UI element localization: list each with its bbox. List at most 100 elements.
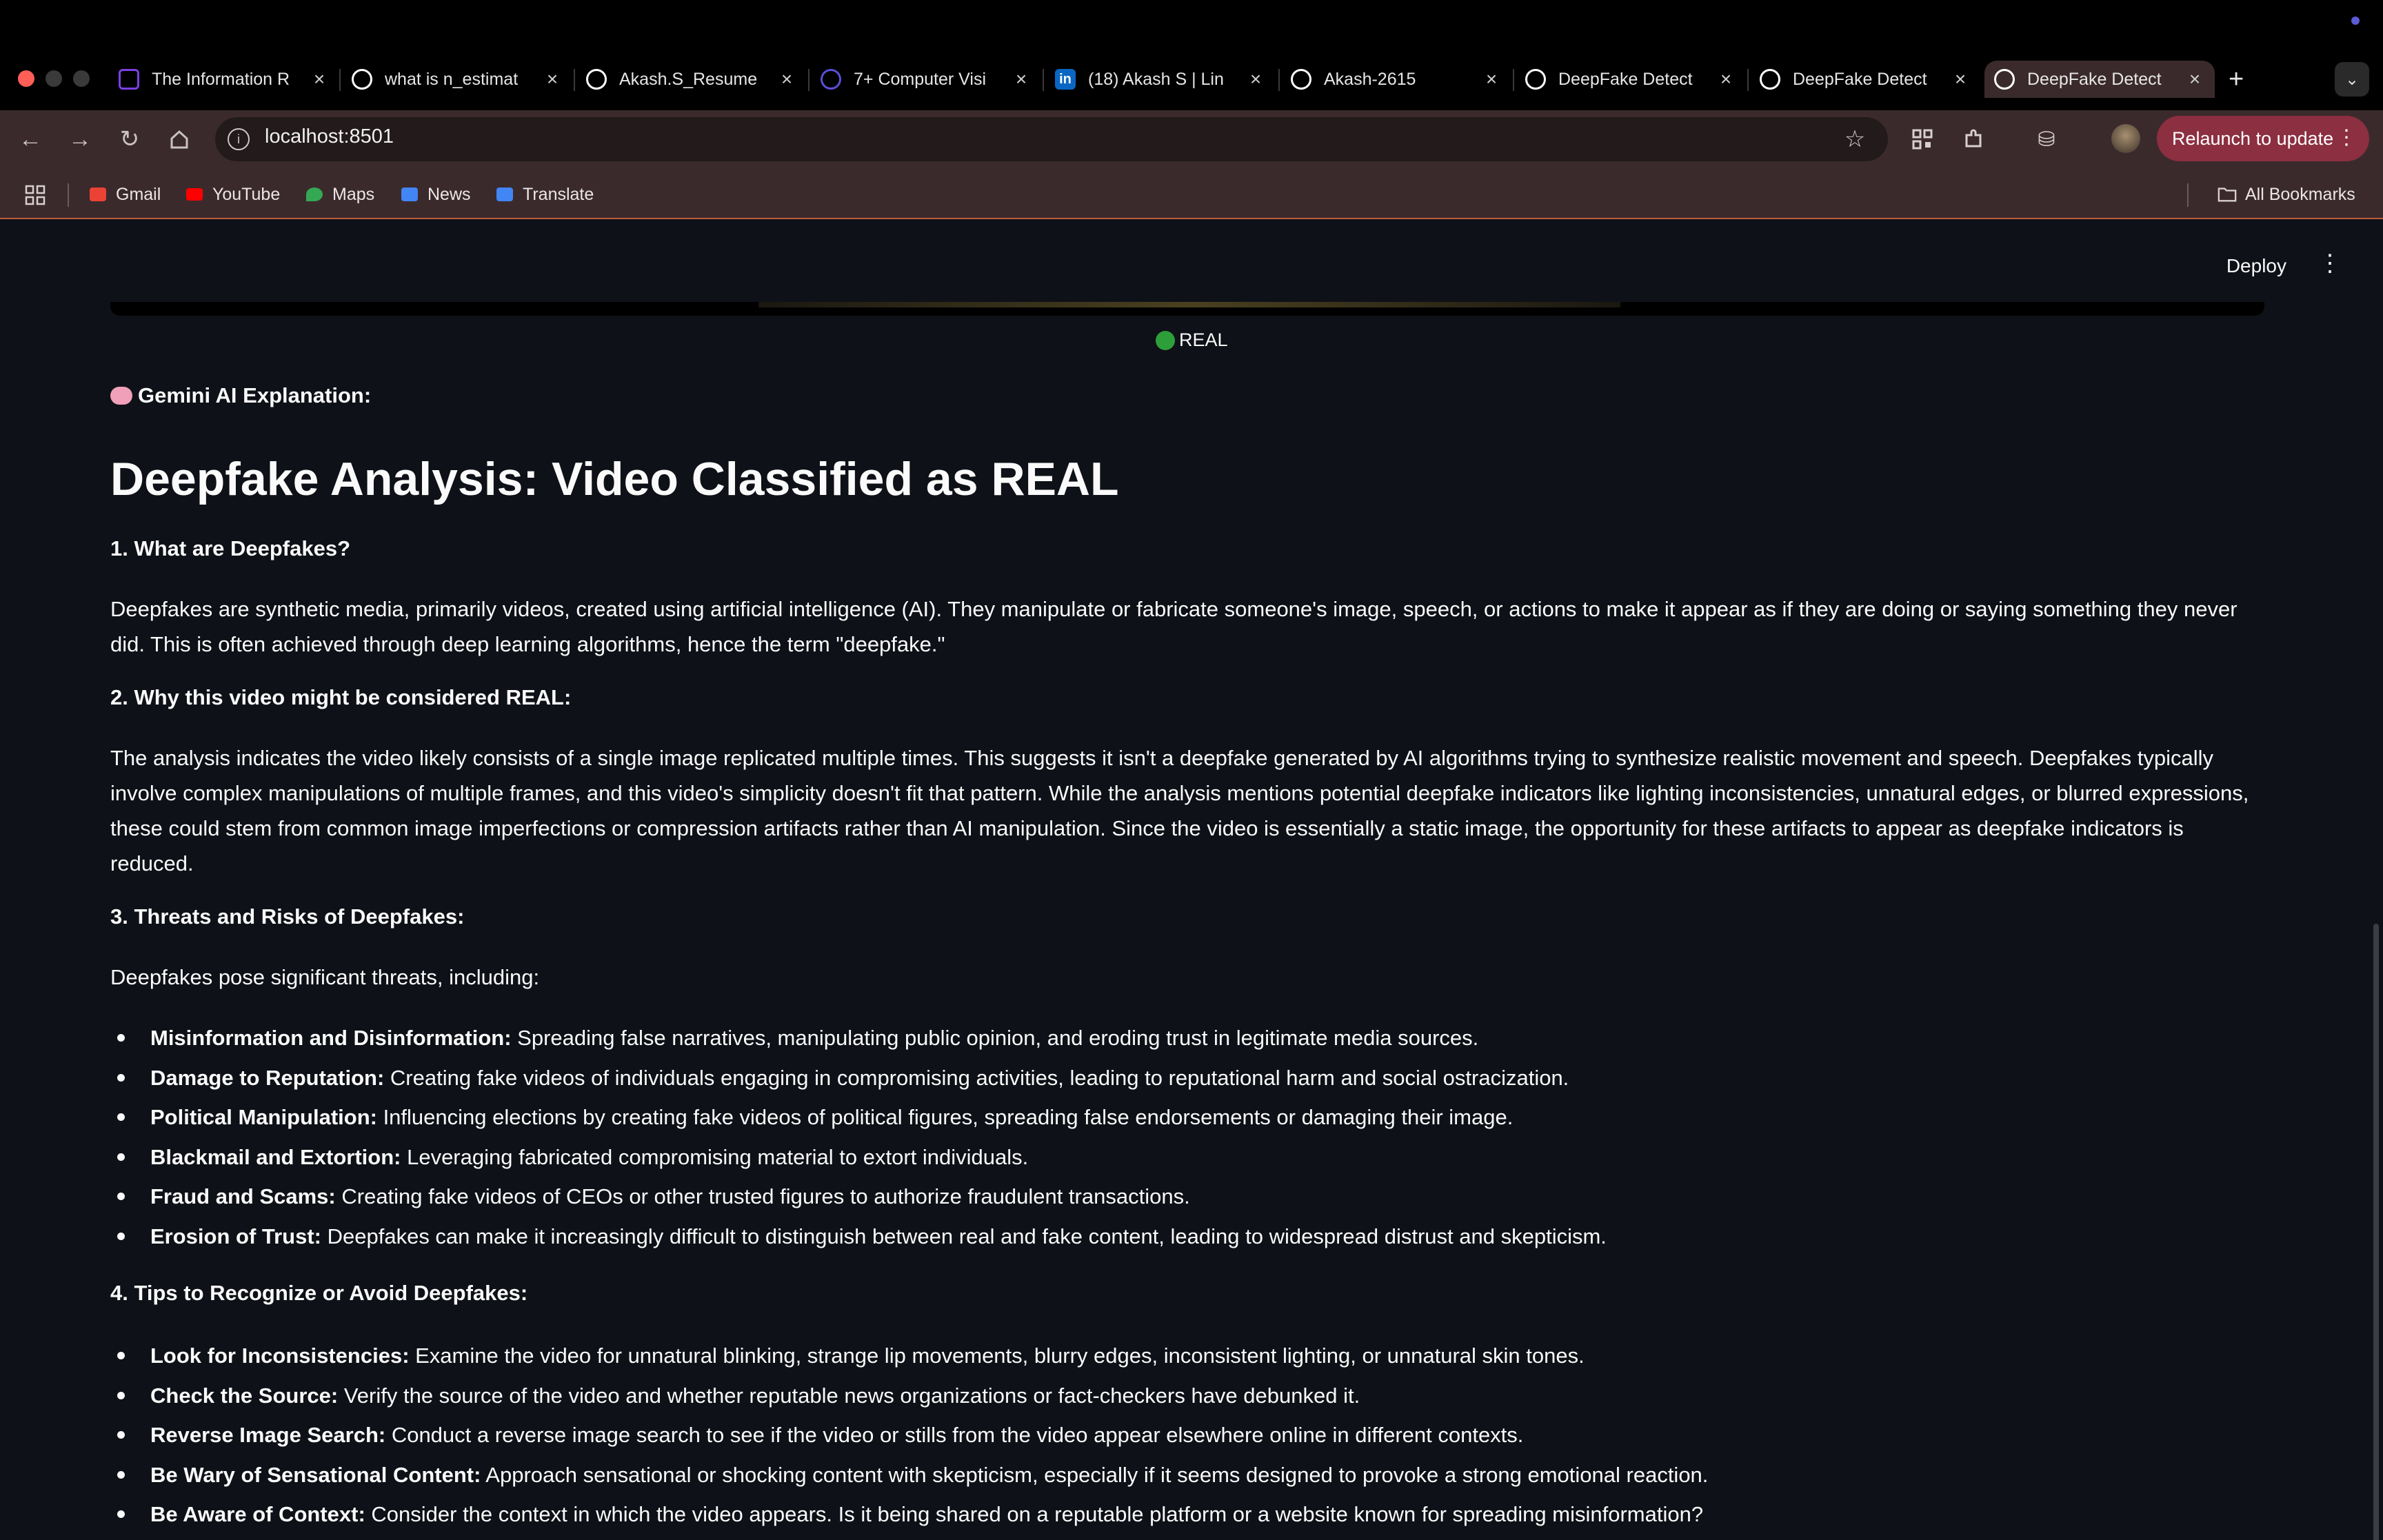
browser-tab[interactable]: Akash-2615 × [1291,61,1502,98]
bookmark-news[interactable]: News [400,181,471,208]
tab-separator [339,69,341,91]
list-item: Be Wary of Sensational Content: Approach… [110,1455,2269,1495]
list-item-text: Spreading false narratives, manipulating… [511,1026,1479,1051]
tab-separator [808,69,810,91]
browser-tab[interactable]: DeepFake Detect × [1984,61,2215,98]
bookmark-maps[interactable]: Maps [305,181,374,208]
gmail-icon [88,185,108,204]
bookmark-gmail[interactable]: Gmail [88,181,161,208]
tab-close-icon[interactable]: × [2184,68,2205,90]
extensions-icon[interactable] [1957,123,1990,156]
section-paragraph: Deepfakes pose significant threats, incl… [110,965,540,990]
tab-close-icon[interactable]: × [1481,68,1502,90]
list-item-term: Reverse Image Search: [150,1423,386,1448]
incognito-icon[interactable]: ⛁ [2030,123,2063,156]
browser-tab[interactable]: in (18) Akash S | Lin × [1055,61,1266,98]
browser-tab[interactable]: DeepFake Detect × [1525,61,1736,98]
close-window-button[interactable] [18,70,34,87]
tab-close-icon[interactable]: × [1950,68,1971,90]
list-item: Misinformation and Disinformation: Sprea… [110,1018,2269,1058]
gem-icon [119,69,139,90]
brain-icon [110,387,132,405]
prediction-label: REAL [1179,330,1228,350]
apps-grid-icon[interactable] [25,185,46,205]
tab-close-icon[interactable]: × [1011,68,1032,90]
forward-button[interactable]: → [63,123,97,156]
list-item-text: Deepfakes can make it increasingly diffi… [321,1224,1607,1248]
tab-search-button[interactable]: ⌄ [2335,62,2369,97]
list-item-term: Blackmail and Extortion: [150,1144,401,1169]
tab-close-icon[interactable]: × [542,68,563,90]
list-item-term: Political Manipulation: [150,1105,377,1130]
site-info-icon[interactable]: i [228,128,250,150]
deploy-button[interactable]: Deploy [2226,255,2286,277]
globe-icon [821,69,841,90]
scrollbar-thumb[interactable] [2373,924,2379,1540]
address-bar[interactable] [215,117,1888,161]
tab-close-icon[interactable]: × [1716,68,1736,90]
all-bookmarks-label: All Bookmarks [2245,184,2355,204]
list-item-term: Look for Inconsistencies: [150,1344,410,1368]
list-item-term: Be Wary of Sensational Content: [150,1462,481,1487]
explanation-label: Gemini AI Explanation: [110,383,2269,408]
section-heading: 3. Threats and Risks of Deepfakes: [110,904,465,929]
prediction-caption: REAL [1156,330,1228,351]
tab-title: 7+ Computer Visi [854,69,986,89]
streamlit-icon [1994,69,2015,90]
list-item-term: Damage to Reputation: [150,1065,385,1090]
list-item-text: Consider the context in which the video … [365,1502,1704,1527]
tab-close-icon[interactable]: × [1245,68,1266,90]
sections-container: 1. What are Deepfakes? Deepfakes are synt… [110,536,2269,1540]
browser-tab[interactable]: Akash.S_Resume × [586,61,797,98]
list-item-term: Check the Source: [150,1383,339,1408]
section-heading: 2. Why this video might be considered RE… [110,685,572,710]
profile-avatar[interactable] [2111,124,2140,153]
relaunch-button[interactable]: Relaunch to update ⋮ [2157,116,2369,161]
list-item: Erosion of Trust: Deepfakes can make it … [110,1217,2269,1257]
list-item: Check the Source: Verify the source of t… [110,1376,2269,1416]
list-item: Political Manipulation: Influencing elec… [110,1097,2269,1137]
home-icon [170,130,188,149]
bookmark-youtube[interactable]: YouTube [185,181,280,208]
home-button[interactable] [163,123,196,156]
minimize-window-button[interactable] [46,70,62,87]
tab-close-icon[interactable]: × [776,68,797,90]
explanation-body: Gemini AI Explanation: Deepfake Analysis… [110,383,2269,1540]
tab-separator [1043,69,1044,91]
news-icon [400,185,419,204]
back-button[interactable]: ← [14,123,47,156]
list-item: Look for Inconsistencies: Examine the vi… [110,1336,2269,1376]
browser-tab[interactable]: 7+ Computer Visi × [821,61,1032,98]
list-item: Reverse Image Search: Conduct a reverse … [110,1415,2269,1455]
browser-tab[interactable]: DeepFake Detect × [1760,61,1971,98]
grammarly-icon [586,69,607,90]
main-menu-icon[interactable]: ⋮ [2318,250,2342,277]
list-item-term: Be Aware of Context: [150,1502,365,1527]
list-item-text: Approach sensational or shocking content… [481,1462,1709,1487]
bookmark-translate[interactable]: Translate [495,181,594,208]
list-item: Be Aware of Context: Consider the contex… [110,1495,2269,1534]
tab-separator [1513,69,1514,91]
zoom-window-button[interactable] [73,70,90,87]
all-bookmarks-button[interactable]: All Bookmarks [2218,181,2355,208]
qr-code-icon[interactable] [1906,123,1939,156]
tab-close-icon[interactable]: × [309,68,330,90]
bookmark-label: News [428,184,471,204]
green-circle-icon [1156,330,1175,350]
google-icon [352,69,372,90]
bookmark-star-icon[interactable]: ☆ [1838,123,1871,156]
bookmark-label: Gmail [116,184,161,204]
browser-tab[interactable]: The Information R × [119,61,330,98]
url-text[interactable]: localhost:8501 [265,125,394,148]
new-tab-button[interactable]: + [2229,65,2244,94]
browser-tab[interactable]: what is n_estimat × [352,61,563,98]
list-item-term: Misinformation and Disinformation: [150,1026,512,1051]
bookmark-label: YouTube [212,184,281,204]
video-frame-edge [758,302,1620,307]
tab-separator [1278,69,1280,91]
app-content: Deploy ⋮ REAL Gemini AI Explanation: Dee… [0,221,2383,1540]
folder-icon [2218,185,2237,204]
list-item-text: Examine the video for unnatural blinking… [409,1344,1585,1368]
bookmark-label: Maps [332,184,375,204]
reload-button[interactable]: ↻ [113,123,146,156]
